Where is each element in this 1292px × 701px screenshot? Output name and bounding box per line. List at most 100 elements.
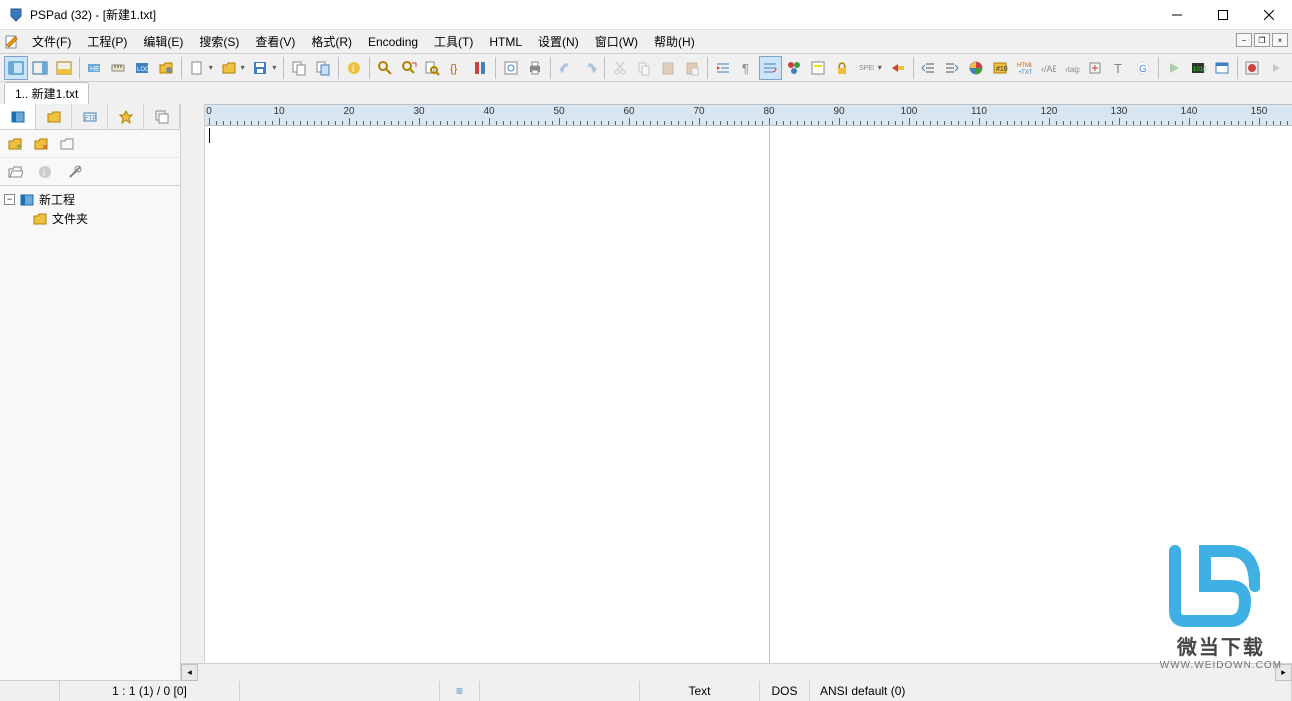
status-spacer1	[240, 681, 440, 701]
info-sidebar-button[interactable]: i	[34, 161, 56, 183]
sidebar-tab-ftp[interactable]: FTP	[72, 104, 108, 129]
ruler-button[interactable]	[106, 56, 130, 80]
mdi-minimize-button[interactable]: −	[1236, 33, 1252, 47]
paste-special-button[interactable]	[680, 56, 704, 80]
status-encoding[interactable]: ANSI default (0)	[810, 681, 1292, 701]
outdent-text-button[interactable]	[917, 56, 941, 80]
sidebar-tab-project[interactable]	[0, 104, 36, 129]
bookmark-button[interactable]	[468, 56, 492, 80]
copy-all-button[interactable]	[311, 56, 335, 80]
preview-button[interactable]	[499, 56, 523, 80]
menu-edit[interactable]: 编辑(E)	[135, 30, 191, 53]
hash-button[interactable]: #10	[988, 56, 1012, 80]
scroll-track[interactable]	[198, 664, 1275, 681]
menu-settings[interactable]: 设置(N)	[530, 30, 587, 53]
new-dropdown[interactable]: ▾	[209, 63, 217, 72]
menu-search[interactable]: 搜索(S)	[191, 30, 247, 53]
add-folder-button[interactable]: +	[4, 133, 26, 155]
pilcrow-button[interactable]: ¶	[735, 56, 759, 80]
tree-root-label: 新工程	[39, 191, 75, 208]
new-folder-button[interactable]	[56, 133, 78, 155]
paste-button[interactable]	[656, 56, 680, 80]
info-button[interactable]: i	[342, 56, 366, 80]
open-dropdown[interactable]: ▾	[241, 63, 249, 72]
sidebar-tab-favorites[interactable]	[108, 104, 144, 129]
menu-window[interactable]: 窗口(W)	[587, 30, 646, 53]
play-button[interactable]	[1162, 56, 1186, 80]
text-tool-button[interactable]: T	[1107, 56, 1131, 80]
panel-right-button[interactable]	[28, 56, 52, 80]
find-button[interactable]	[373, 56, 397, 80]
menu-format[interactable]: 格式(R)	[303, 30, 360, 53]
folder-gear-button[interactable]	[154, 56, 178, 80]
sidebar-tab-folder[interactable]	[36, 104, 72, 129]
log-button[interactable]: LOG	[130, 56, 154, 80]
close-button[interactable]	[1246, 0, 1292, 30]
find-replace-button[interactable]	[397, 56, 421, 80]
find-files-button[interactable]	[421, 56, 445, 80]
indent-button[interactable]	[711, 56, 735, 80]
tree-child[interactable]: 文件夹	[30, 209, 178, 228]
status-filetype[interactable]: Text	[640, 681, 760, 701]
menu-help[interactable]: 帮助(H)	[646, 30, 703, 53]
menu-html[interactable]: HTML	[481, 32, 530, 52]
marker-button[interactable]	[886, 56, 910, 80]
save-dropdown[interactable]: ▾	[272, 63, 280, 72]
copy-button[interactable]	[287, 56, 311, 80]
menu-file[interactable]: 文件(F)	[24, 30, 79, 53]
macro-play-button[interactable]	[1264, 56, 1288, 80]
syntax-button[interactable]	[782, 56, 806, 80]
cut-button[interactable]	[608, 56, 632, 80]
sidebar-tabs: FTP	[0, 104, 180, 130]
maximize-button[interactable]	[1200, 0, 1246, 30]
status-align-icon[interactable]: ≡	[440, 681, 480, 701]
status-spacer2	[480, 681, 640, 701]
hex-button[interactable]: HEX	[83, 56, 107, 80]
google-button[interactable]: G	[1131, 56, 1155, 80]
open-button[interactable]	[217, 56, 241, 80]
menu-project[interactable]: 工程(P)	[79, 30, 135, 53]
text-editor[interactable]	[205, 126, 1292, 663]
document-tab-active[interactable]: 1.. 新建1.txt	[4, 82, 89, 104]
color-wheel-button[interactable]	[964, 56, 988, 80]
tree-child-label: 文件夹	[52, 210, 88, 227]
mdi-restore-button[interactable]: ❐	[1254, 33, 1270, 47]
redo-button[interactable]	[578, 56, 602, 80]
save-button[interactable]	[249, 56, 273, 80]
status-eol[interactable]: DOS	[760, 681, 810, 701]
indent-text-button[interactable]	[940, 56, 964, 80]
print-button[interactable]	[523, 56, 547, 80]
scroll-right-button[interactable]: ▸	[1275, 664, 1292, 681]
sidebar-tab-windows[interactable]	[144, 104, 180, 129]
highlight-button[interactable]	[806, 56, 830, 80]
menu-view[interactable]: 查看(V)	[247, 30, 303, 53]
terminal-button[interactable]: 1010	[1186, 56, 1210, 80]
menu-tools[interactable]: 工具(T)	[426, 30, 481, 53]
tag-close-button[interactable]: ‹/AB›	[1036, 56, 1060, 80]
window-button[interactable]	[1210, 56, 1234, 80]
collapse-icon[interactable]: −	[4, 194, 15, 205]
spell-dropdown[interactable]: ▾	[878, 63, 886, 72]
spell-button[interactable]: SPELL	[854, 56, 878, 80]
tag-button[interactable]: ‹tag›	[1060, 56, 1084, 80]
new-button[interactable]	[185, 56, 209, 80]
menu-encoding[interactable]: Encoding	[360, 32, 426, 52]
brackets-button[interactable]: {}	[444, 56, 468, 80]
panel-toggle-button[interactable]	[4, 56, 28, 80]
remove-folder-button[interactable]: ×	[30, 133, 52, 155]
clipboard-copy-button[interactable]	[632, 56, 656, 80]
mdi-close-button[interactable]: ×	[1272, 33, 1288, 47]
tree-root[interactable]: − 新工程	[2, 190, 178, 209]
record-button[interactable]	[1241, 56, 1265, 80]
html-txt-button[interactable]: HTML•TXT	[1012, 56, 1036, 80]
scroll-left-button[interactable]: ◂	[181, 664, 198, 681]
panel-bottom-button[interactable]	[52, 56, 76, 80]
compress-button[interactable]	[1083, 56, 1107, 80]
open-folder-button[interactable]	[4, 161, 26, 183]
horizontal-scrollbar[interactable]: ◂ ▸	[181, 663, 1292, 680]
minimize-button[interactable]	[1154, 0, 1200, 30]
wrap-button[interactable]	[759, 56, 783, 80]
lock-button[interactable]	[830, 56, 854, 80]
tools-button[interactable]	[64, 161, 86, 183]
undo-button[interactable]	[554, 56, 578, 80]
